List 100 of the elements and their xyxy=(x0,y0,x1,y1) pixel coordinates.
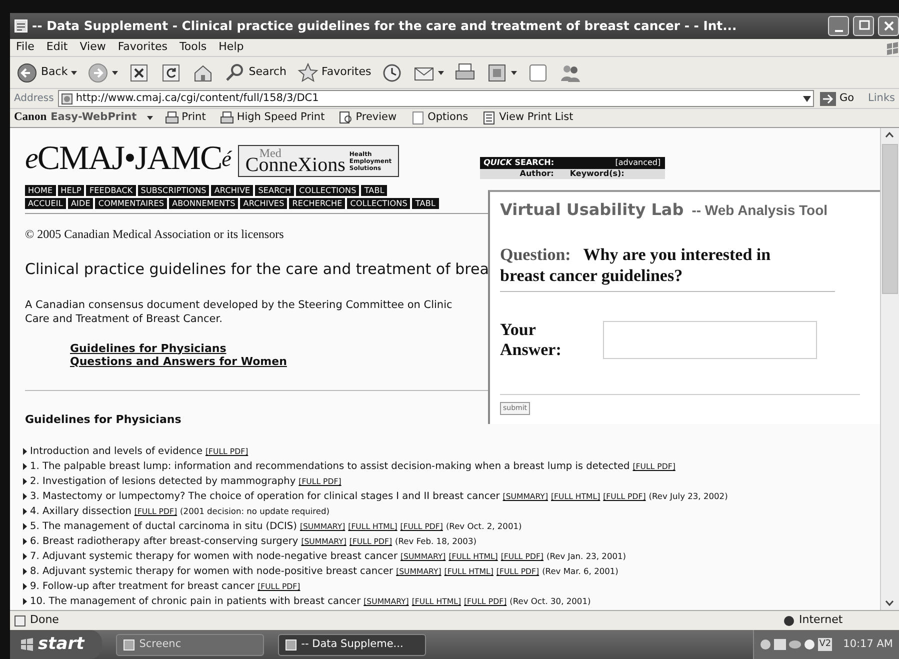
list-item-text: Introduction and levels of evidence xyxy=(30,445,202,459)
print-bar-button[interactable]: High Speed Print xyxy=(218,110,327,126)
bullet-icon xyxy=(23,463,27,470)
print-bar-button[interactable]: Options xyxy=(408,110,470,126)
menu-item[interactable]: Tools xyxy=(180,39,207,56)
nav-link[interactable]: SEARCH xyxy=(255,185,294,196)
nav-link[interactable]: COLLECTIONS xyxy=(296,185,360,196)
link[interactable]: Canadian Medical Association xyxy=(64,227,211,241)
bullet-icon xyxy=(23,568,27,575)
star-icon xyxy=(296,62,319,84)
link[interactable]: Steering Committee on Clinic xyxy=(298,298,452,310)
nav-link[interactable]: TABL xyxy=(361,185,388,196)
bullet-icon xyxy=(23,523,27,530)
tray-badge: V2 xyxy=(818,638,832,652)
revision-note: (Rev Mar. 6, 2001) xyxy=(542,565,618,578)
caret-icon xyxy=(438,70,444,74)
field-label: Keyword(s): xyxy=(570,169,624,179)
link[interactable]: Care and Treatment of Breast Cancer xyxy=(25,312,220,324)
app-icon xyxy=(285,638,298,650)
search-button[interactable]: Search xyxy=(222,62,289,84)
nav-link[interactable]: FEEDBACK xyxy=(86,185,136,196)
go-button[interactable]: Go xyxy=(818,90,856,106)
back-button[interactable]: Back xyxy=(14,62,79,84)
nav-link[interactable]: ARCHIVES xyxy=(240,198,288,209)
scrollbar[interactable] xyxy=(880,128,899,610)
status-text: Done xyxy=(30,612,59,628)
list-item-text: 2. Investigation of lesions detected by mammography xyxy=(30,475,296,489)
print-bar-button[interactable]: Print xyxy=(162,110,208,126)
revision-note: (Rev Oct. 2, 2001) xyxy=(446,520,522,533)
page-icon xyxy=(60,92,73,104)
site-logo: eCMAJ•JAMCé xyxy=(25,142,230,176)
address-label: Address xyxy=(14,92,54,106)
nav-link[interactable]: SUBSCRIPTIONS xyxy=(138,185,210,196)
nav-link[interactable]: ACCUEIL xyxy=(25,198,66,209)
minimize-icon xyxy=(834,30,842,32)
page-icon xyxy=(410,111,425,125)
links-button[interactable]: Links xyxy=(868,90,895,106)
print-bar-button[interactable]: View Print List xyxy=(480,110,576,126)
page-icon xyxy=(14,614,26,626)
search-icon xyxy=(224,62,246,84)
menu-item[interactable]: Favorites xyxy=(118,39,168,56)
refresh-icon xyxy=(160,62,182,84)
quick-search-header: QUICK SEARCH: [advanced] xyxy=(480,157,665,169)
caret-icon xyxy=(112,70,118,74)
list-item-text: 7. Adjuvant systemic therapy for women with node-negative breast cancer xyxy=(30,550,398,564)
answer-field[interactable] xyxy=(603,321,817,359)
bullet-icon xyxy=(23,448,27,455)
caret-icon xyxy=(70,70,77,74)
close-button[interactable] xyxy=(878,16,899,36)
maximize-button[interactable] xyxy=(853,16,874,36)
nav-link[interactable]: AIDE xyxy=(68,198,94,209)
anchor-link[interactable]: Questions and Answers for Women xyxy=(70,354,287,368)
address-field[interactable]: http://www.cmaj.ca/cgi/content/full/158/3/DC1 xyxy=(58,90,814,107)
nav-link[interactable]: HOME xyxy=(25,185,56,196)
list-item-text: 4. Axillary dissection xyxy=(30,505,132,519)
menu-item[interactable]: File xyxy=(16,39,34,56)
product-menu[interactable]: Easy-WebPrint xyxy=(50,110,137,126)
brand-logo: Canon xyxy=(14,110,47,126)
taskbar-button[interactable]: -- Data Suppleme... xyxy=(278,634,426,656)
bullet-icon xyxy=(23,583,27,590)
nav-link[interactable]: COLLECTIONS xyxy=(347,198,410,209)
list-item-text: 10. The management of chronic pain in patients with breast cancer xyxy=(30,595,361,609)
dropdown-icon xyxy=(803,96,812,102)
revision-note: (Rev July 23, 2002) xyxy=(648,490,728,503)
start-button[interactable]: start xyxy=(10,630,102,659)
section-heading: Guidelines for Physicians xyxy=(25,412,182,428)
print-bar-button[interactable]: Preview xyxy=(336,110,399,126)
list-item-text: 3. Mastectomy or lumpectomy? The choice of operation for clinical stages I and II breast cancer xyxy=(30,490,500,504)
list-item-text: 6. Breast radiotherapy after breast-conserving surgery xyxy=(30,535,298,549)
anchor-link[interactable]: Guidelines for Physicians xyxy=(70,342,226,354)
nav-link[interactable]: HELP xyxy=(58,185,84,196)
question-text: Question: Why are you interested in breast cancer guidelines? xyxy=(500,244,772,286)
menu-item[interactable]: Help xyxy=(218,39,244,56)
favorites-button[interactable]: Favorites xyxy=(294,62,374,84)
window-icon xyxy=(486,62,508,84)
minimize-button[interactable] xyxy=(828,16,849,36)
revision-note: (Rev Oct. 30, 2001) xyxy=(510,595,591,608)
bullet-icon xyxy=(23,538,27,545)
bullet-icon xyxy=(23,598,27,605)
panel-subtitle: -- Web Analysis Tool xyxy=(692,201,828,220)
zone-text: Internet xyxy=(799,612,844,628)
answer-label: Your Answer: xyxy=(500,320,562,360)
bullet-icon xyxy=(23,478,27,485)
close-icon xyxy=(882,19,896,33)
tray-icon xyxy=(760,639,772,650)
arrow-icon xyxy=(820,92,836,106)
printer-icon xyxy=(164,111,179,125)
list-item-text: 9. Follow-up after treatment for breast cancer xyxy=(30,580,255,594)
taskbar-button[interactable]: Screenc xyxy=(116,634,264,656)
nav-link[interactable]: ARCHIVE xyxy=(211,185,254,196)
menu-item[interactable]: Edit xyxy=(46,39,68,56)
page-heading: Clinical practice guidelines for the care and treatment of brea xyxy=(25,259,489,280)
clock: 10:17 AM xyxy=(843,636,893,652)
globe-icon xyxy=(783,614,795,626)
nav-link[interactable]: RECHERCHE xyxy=(289,198,346,209)
nav-link[interactable]: COMMENTAIRES xyxy=(95,198,168,209)
list-item-text: 1. The palpable breast lump: information and recommendations to assist decision-making when a breast lump is detected xyxy=(30,460,630,474)
menu-item[interactable]: View xyxy=(80,39,106,56)
nav-link[interactable]: TABL xyxy=(412,198,439,209)
nav-link[interactable]: ABONNEMENTS xyxy=(169,198,238,209)
